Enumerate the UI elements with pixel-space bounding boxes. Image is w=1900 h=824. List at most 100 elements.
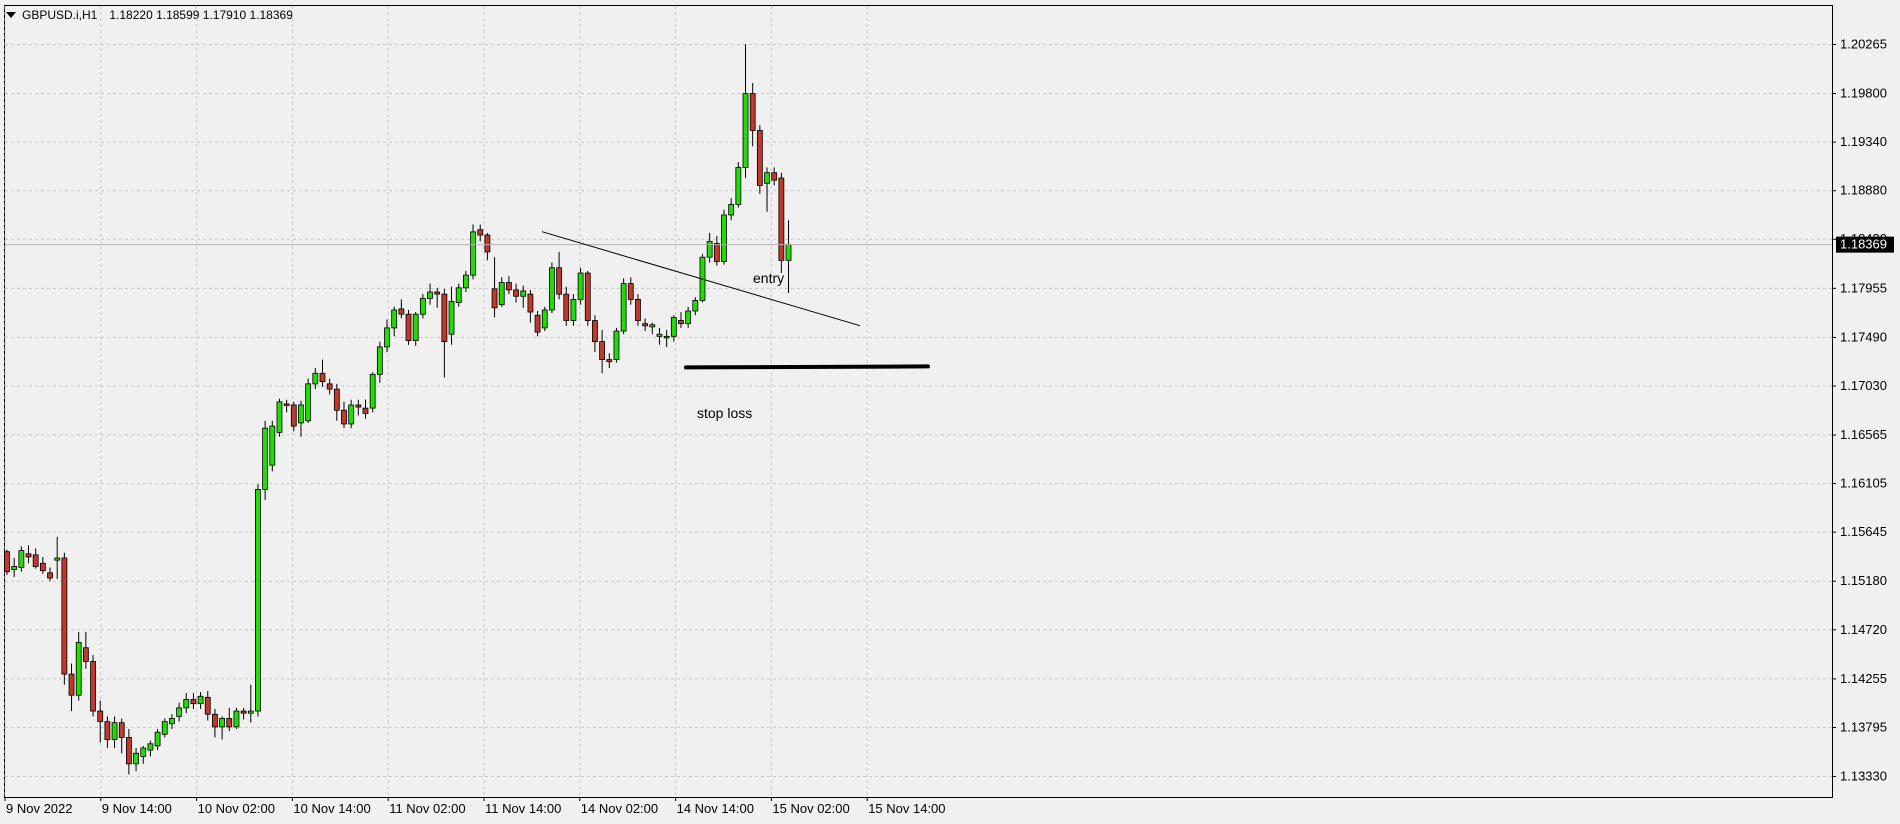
candle-bear	[326, 383, 333, 390]
candle-bull	[613, 330, 620, 360]
x-tick-label: 15 Nov 02:00	[772, 801, 849, 816]
candle-bear	[441, 293, 448, 343]
candle-bear	[190, 699, 197, 705]
candle-bear	[104, 721, 111, 740]
candle-bull	[197, 695, 204, 705]
candle-bull	[369, 373, 376, 409]
candle-bull	[154, 731, 161, 747]
stop-loss-level-line[interactable]	[684, 364, 930, 370]
candle-bull	[262, 427, 269, 490]
x-tick-label: 10 Nov 02:00	[198, 801, 275, 816]
candle-bull	[427, 291, 433, 299]
candle-bear	[4, 551, 10, 573]
current-price-label: 1.18369	[1840, 237, 1887, 252]
candle-bull	[169, 718, 175, 725]
candle-bear	[32, 554, 39, 567]
x-tick-label: 15 Nov 14:00	[868, 801, 945, 816]
chart-window[interactable]: GBPUSD.i,H1 1.18220 1.18599 1.17910 1.18…	[0, 0, 1900, 824]
candle-bear	[240, 710, 247, 714]
candle-bear	[97, 710, 104, 723]
candle-bear	[749, 93, 756, 131]
candle-bear	[319, 372, 326, 383]
candle-bull	[685, 310, 692, 325]
candle-bull	[656, 333, 663, 337]
candle-bear	[25, 553, 32, 558]
candle-bull	[728, 204, 735, 216]
x-tick-label: 9 Nov 2022	[6, 801, 73, 816]
candle-bull	[140, 747, 147, 757]
candle-bull	[692, 300, 699, 312]
candle-bear	[527, 293, 534, 313]
y-tick-label: 1.15645	[1840, 524, 1887, 539]
y-tick-label: 1.15180	[1840, 573, 1887, 588]
candle-bull	[541, 309, 548, 329]
candle-bear	[61, 557, 68, 675]
candle-bull	[549, 267, 555, 311]
candle-bull	[764, 172, 770, 184]
candle-bull	[742, 93, 749, 168]
x-tick-label: 9 Nov 14:00	[102, 801, 172, 816]
candle-bear	[68, 673, 75, 696]
candle-bear	[82, 647, 89, 662]
candle-bull	[412, 313, 419, 341]
candle-bull	[570, 299, 577, 321]
candle-bull	[111, 722, 118, 740]
y-tick-label: 1.19800	[1840, 86, 1887, 101]
candle-bull	[663, 335, 670, 339]
candle-bull	[255, 488, 261, 712]
x-tick-label: 11 Nov 02:00	[389, 801, 465, 816]
y-tick-label: 1.13795	[1840, 719, 1887, 734]
y-tick-label: 1.17955	[1840, 280, 1887, 295]
candle-bull	[620, 283, 627, 332]
candle-bull	[455, 287, 462, 303]
candle-bull	[649, 324, 656, 328]
candle-bull	[448, 301, 455, 335]
entry-annotation: entry	[753, 270, 784, 286]
candle-bull	[147, 743, 154, 751]
candle-bear	[606, 359, 613, 363]
candle-bull	[462, 274, 469, 289]
candle-bull	[348, 404, 355, 425]
candle-bear	[491, 288, 498, 309]
candle-bull	[11, 566, 18, 571]
candle-bull	[706, 240, 713, 258]
x-tick-label: 14 Nov 14:00	[677, 801, 754, 816]
y-tick-label: 1.17490	[1840, 329, 1887, 344]
candle-bull	[133, 752, 139, 765]
candle-bear	[563, 293, 570, 321]
candle-bull	[785, 244, 792, 261]
x-tick-label: 14 Nov 02:00	[581, 801, 658, 816]
x-tick-label: 11 Nov 14:00	[485, 801, 561, 816]
candle-bull	[247, 710, 254, 714]
candle-bull	[183, 699, 190, 709]
candle-bear	[118, 722, 125, 738]
y-tick-label: 1.16565	[1840, 427, 1887, 442]
candle-bull	[520, 290, 527, 297]
candle-bear	[678, 320, 684, 325]
candle-bull	[298, 404, 304, 424]
candle-bull	[577, 272, 584, 300]
candle-bear	[333, 388, 340, 411]
candle-bull	[498, 282, 505, 306]
candle-bear	[556, 267, 562, 295]
candle-bull	[419, 297, 426, 315]
candle-bear	[505, 282, 512, 291]
candle-bull	[721, 214, 727, 262]
candle-bull	[735, 167, 742, 205]
y-tick-label: 1.16105	[1840, 476, 1887, 491]
candle-bull	[269, 425, 276, 466]
candle-bear	[39, 562, 46, 572]
candle-bear	[125, 737, 132, 765]
candle-bear	[484, 234, 491, 253]
candle-bull	[18, 550, 25, 568]
candle-bull	[376, 346, 383, 375]
candle-bull	[54, 557, 61, 561]
price-chart[interactable]: 1.202651.198001.193401.188801.184201.179…	[0, 0, 1900, 824]
candle-bull	[470, 231, 476, 276]
y-tick-label: 1.18880	[1840, 183, 1887, 198]
candle-bull	[312, 372, 319, 385]
candle-bear	[534, 314, 541, 333]
candle-bear	[778, 177, 785, 261]
candle-bull	[219, 718, 226, 728]
x-tick-label: 10 Nov 14:00	[293, 801, 370, 816]
